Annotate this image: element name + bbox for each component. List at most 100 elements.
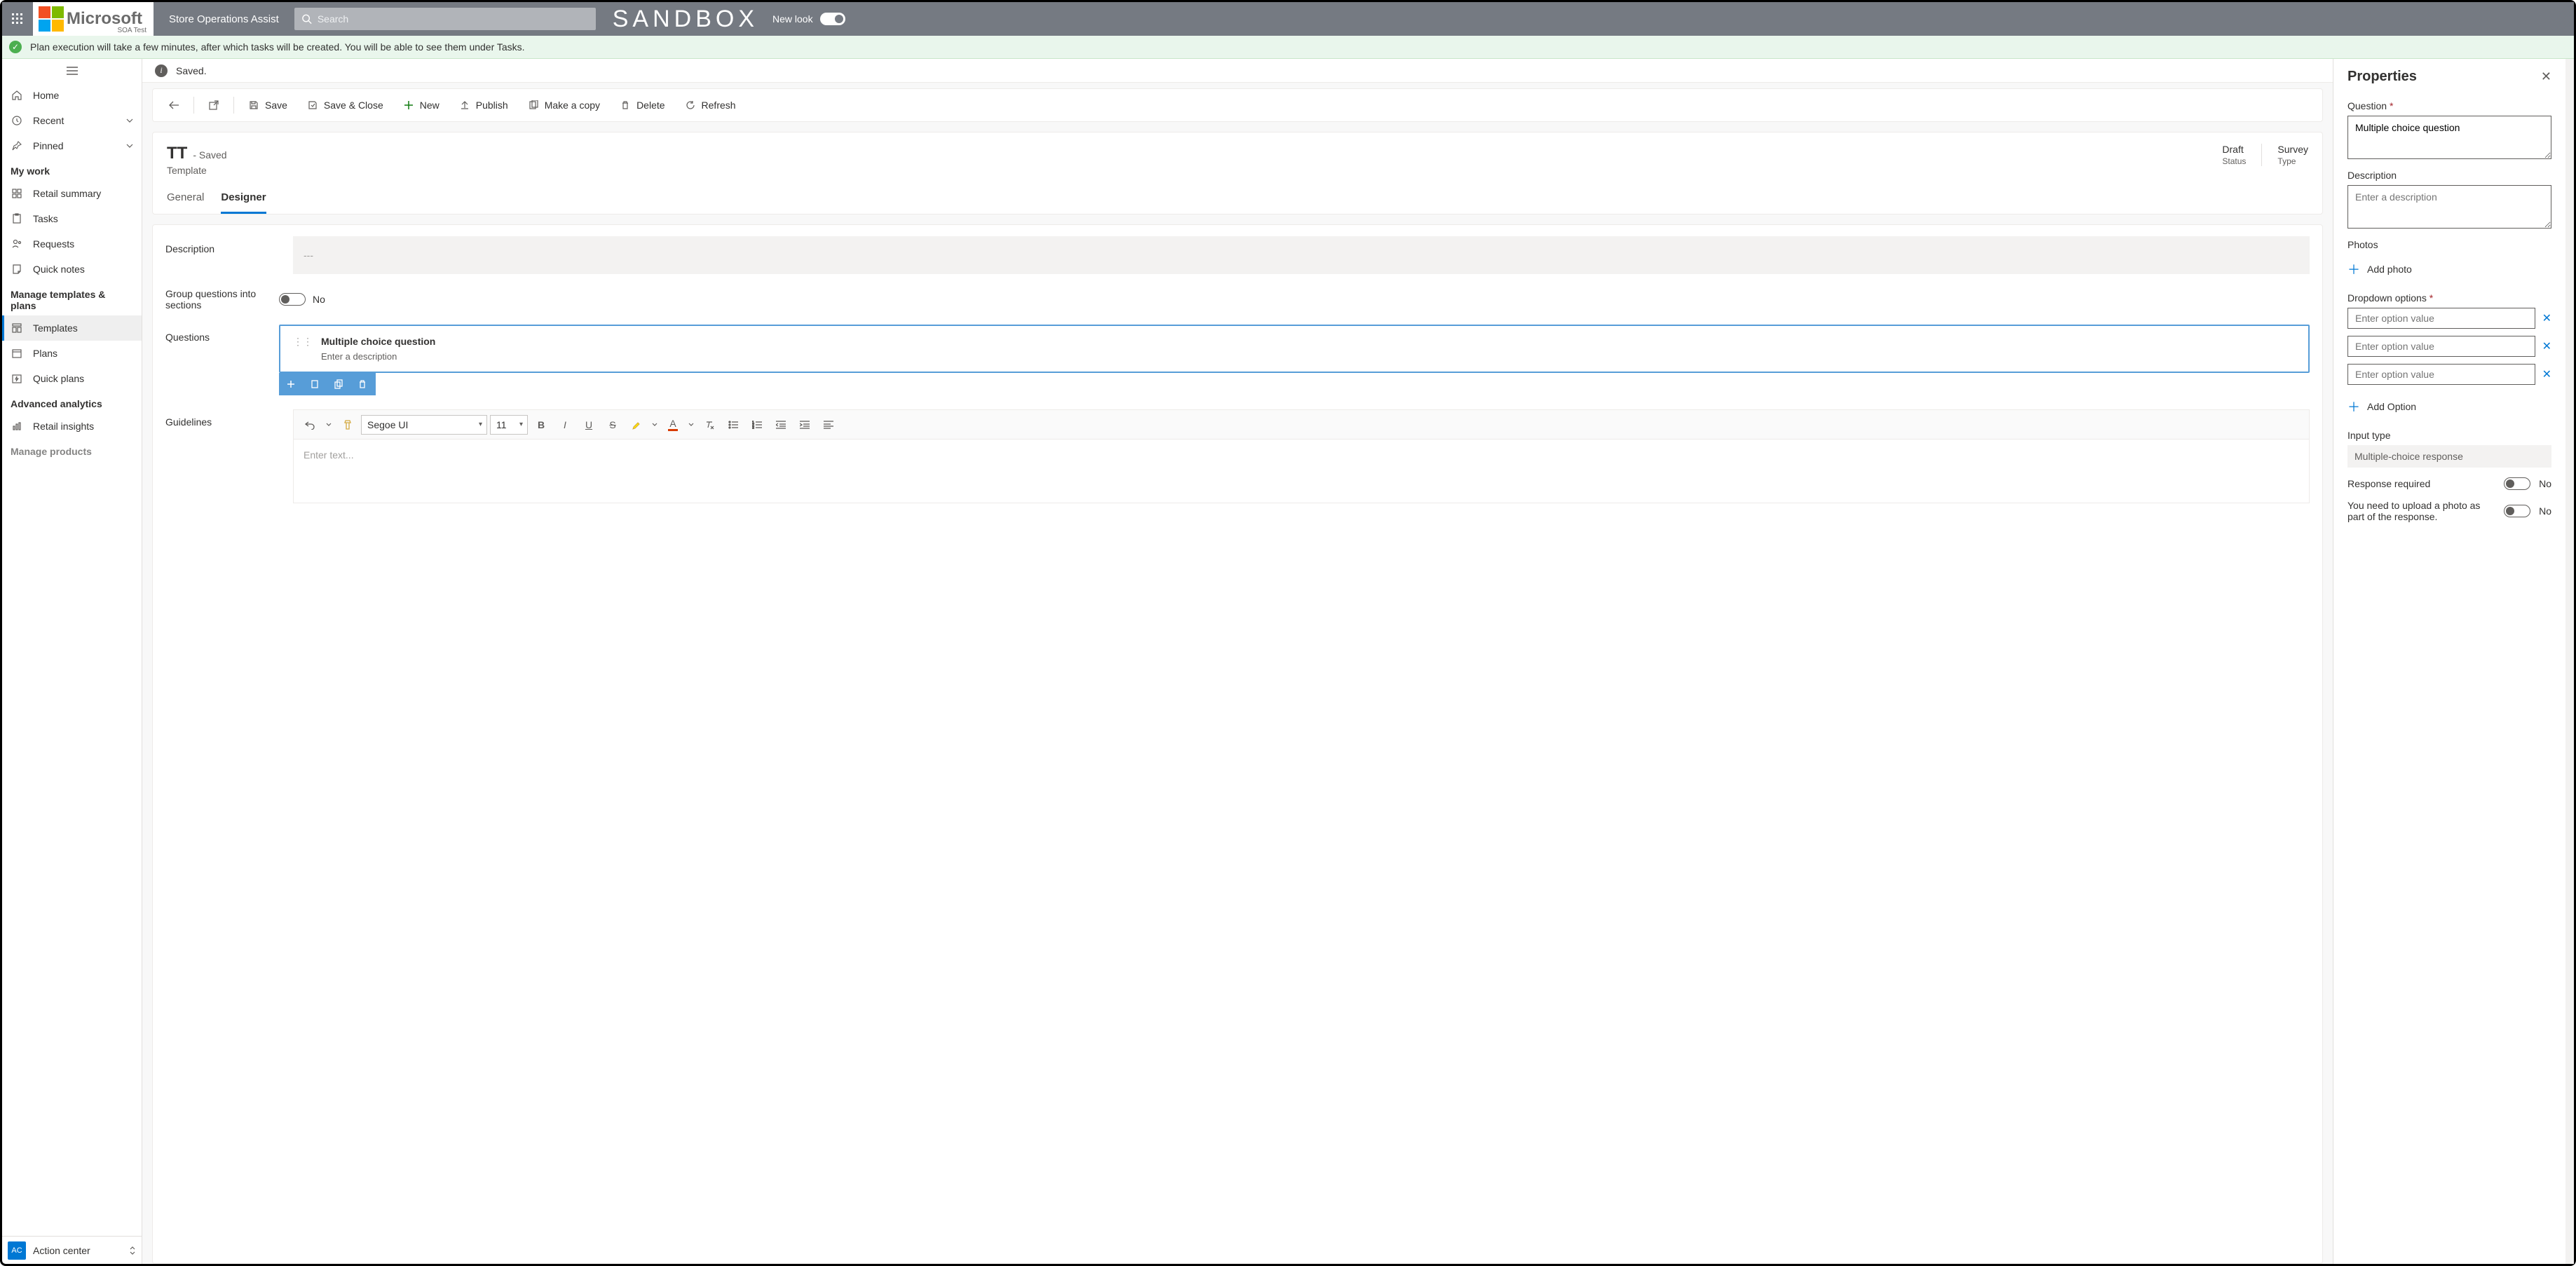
group-sections-toggle[interactable] [279, 293, 306, 306]
sidebar-item-plans[interactable]: Plans [2, 341, 142, 366]
top-nav: Microsoft SOA Test Store Operations Assi… [2, 2, 2574, 36]
upload-photo-value: No [2539, 505, 2551, 517]
question-card[interactable]: ⋮⋮ Multiple choice question Enter a desc… [279, 325, 2310, 373]
option-row: ✕ [2347, 308, 2551, 329]
strikethrough-button[interactable]: S [602, 414, 623, 435]
add-photo-button[interactable]: ＋ Add photo [2347, 254, 2551, 284]
search-box[interactable] [294, 8, 596, 30]
search-input[interactable] [318, 13, 589, 25]
rte-textarea[interactable]: Enter text... [294, 440, 2309, 503]
question-field-input[interactable] [2347, 116, 2551, 159]
scrollbar[interactable] [2565, 59, 2574, 1264]
underline-button[interactable]: U [578, 414, 599, 435]
sidebar-item-tasks[interactable]: Tasks [2, 206, 142, 231]
drag-handle-icon[interactable]: ⋮⋮ [293, 336, 313, 362]
bullet-list-button[interactable] [723, 414, 744, 435]
popout-icon [208, 100, 219, 110]
response-required-label: Response required [2347, 478, 2495, 489]
response-required-toggle[interactable] [2504, 477, 2530, 490]
undo-dropdown[interactable] [323, 414, 334, 435]
option-input[interactable] [2347, 308, 2535, 329]
outdent-button[interactable] [770, 414, 791, 435]
delete-question-button[interactable] [350, 373, 374, 395]
align-button[interactable] [818, 414, 839, 435]
publish-button[interactable]: Publish [451, 93, 517, 118]
refresh-label: Refresh [702, 100, 736, 111]
bold-button[interactable]: B [531, 414, 552, 435]
logo[interactable]: Microsoft SOA Test [33, 2, 154, 36]
save-close-button[interactable]: Save & Close [299, 93, 392, 118]
sidebar-item-label: Pinned [33, 140, 64, 151]
sidebar-item-label: Recent [33, 115, 64, 126]
number-list-button[interactable]: 123 [747, 414, 768, 435]
sidebar-item-retail-summary[interactable]: Retail summary [2, 181, 142, 206]
undo-button[interactable] [299, 414, 320, 435]
sidebar-item-label: Quick plans [33, 373, 84, 384]
rich-text-editor: Segoe UI▾ 11▾ B I U S A [293, 409, 2310, 503]
chevron-down-icon [126, 144, 133, 148]
new-look-toggle[interactable]: New look [772, 13, 845, 25]
description-field-input[interactable] [2347, 185, 2551, 229]
sidebar-item-recent[interactable]: Recent [2, 108, 142, 133]
edit-question-button[interactable] [303, 373, 327, 395]
delete-label: Delete [636, 100, 665, 111]
save-button[interactable]: Save [240, 93, 296, 118]
save-icon [248, 100, 259, 110]
tab-designer[interactable]: Designer [221, 191, 266, 214]
make-copy-button[interactable]: Make a copy [519, 93, 608, 118]
sidebar-item-requests[interactable]: Requests [2, 231, 142, 257]
option-input[interactable] [2347, 336, 2535, 357]
new-button[interactable]: New [395, 93, 448, 118]
info-icon: i [155, 64, 168, 77]
chevron-down-icon [126, 118, 133, 123]
sidebar-item-templates[interactable]: Templates [2, 315, 142, 341]
back-button[interactable] [160, 93, 188, 118]
remove-option-button[interactable]: ✕ [2542, 311, 2551, 325]
description-input[interactable]: --- [293, 236, 2310, 274]
sidebar-item-quick-plans[interactable]: Quick plans [2, 366, 142, 391]
trash-icon [620, 100, 631, 110]
group-sections-label: Group questions into sections [165, 288, 278, 311]
plus-icon [403, 100, 414, 110]
tab-general[interactable]: General [167, 191, 204, 214]
sidebar-heading-mywork: My work [2, 158, 142, 181]
highlight-button[interactable] [626, 414, 647, 435]
sidebar-item-label: Quick notes [33, 264, 85, 275]
option-input[interactable] [2347, 364, 2535, 385]
logo-subtext: SOA Test [117, 27, 146, 34]
delete-button[interactable]: Delete [611, 93, 673, 118]
italic-button[interactable]: I [554, 414, 575, 435]
open-new-window-button[interactable] [200, 93, 228, 118]
font-size-select[interactable]: 11▾ [490, 415, 528, 435]
sidebar-item-home[interactable]: Home [2, 83, 142, 108]
sidebar: Home Recent Pinned My work Retail summar… [2, 59, 142, 1264]
properties-title: Properties [2347, 69, 2417, 85]
remove-option-button[interactable]: ✕ [2542, 367, 2551, 381]
indent-button[interactable] [794, 414, 815, 435]
expand-icon[interactable] [129, 1246, 136, 1255]
add-option-button[interactable]: ＋ Add Option [2347, 392, 2551, 421]
refresh-button[interactable]: Refresh [676, 93, 744, 118]
sidebar-item-pinned[interactable]: Pinned [2, 133, 142, 158]
waffle-icon[interactable] [2, 2, 33, 36]
hamburger-icon[interactable] [2, 59, 142, 83]
sidebar-heading-analytics: Advanced analytics [2, 391, 142, 414]
clear-format-button[interactable] [699, 414, 720, 435]
main-content: i Saved. Save Save & Close New Publish M… [142, 59, 2333, 1264]
command-bar: Save Save & Close New Publish Make a cop… [152, 88, 2323, 122]
close-button[interactable]: ✕ [2541, 69, 2551, 84]
sidebar-item-quick-notes[interactable]: Quick notes [2, 257, 142, 282]
upload-photo-toggle[interactable] [2504, 505, 2530, 517]
copy-question-button[interactable] [327, 373, 350, 395]
font-color-button[interactable]: A [662, 414, 683, 435]
format-painter-button[interactable] [337, 414, 358, 435]
type-field: Survey Type [2277, 144, 2308, 166]
sidebar-item-label: Plans [33, 348, 57, 359]
highlight-dropdown[interactable] [650, 414, 660, 435]
action-center[interactable]: AC Action center [2, 1236, 142, 1264]
font-color-dropdown[interactable] [686, 414, 696, 435]
remove-option-button[interactable]: ✕ [2542, 339, 2551, 353]
sidebar-item-retail-insights[interactable]: Retail insights [2, 414, 142, 439]
font-family-select[interactable]: Segoe UI▾ [361, 415, 487, 435]
add-question-button[interactable] [279, 373, 303, 395]
